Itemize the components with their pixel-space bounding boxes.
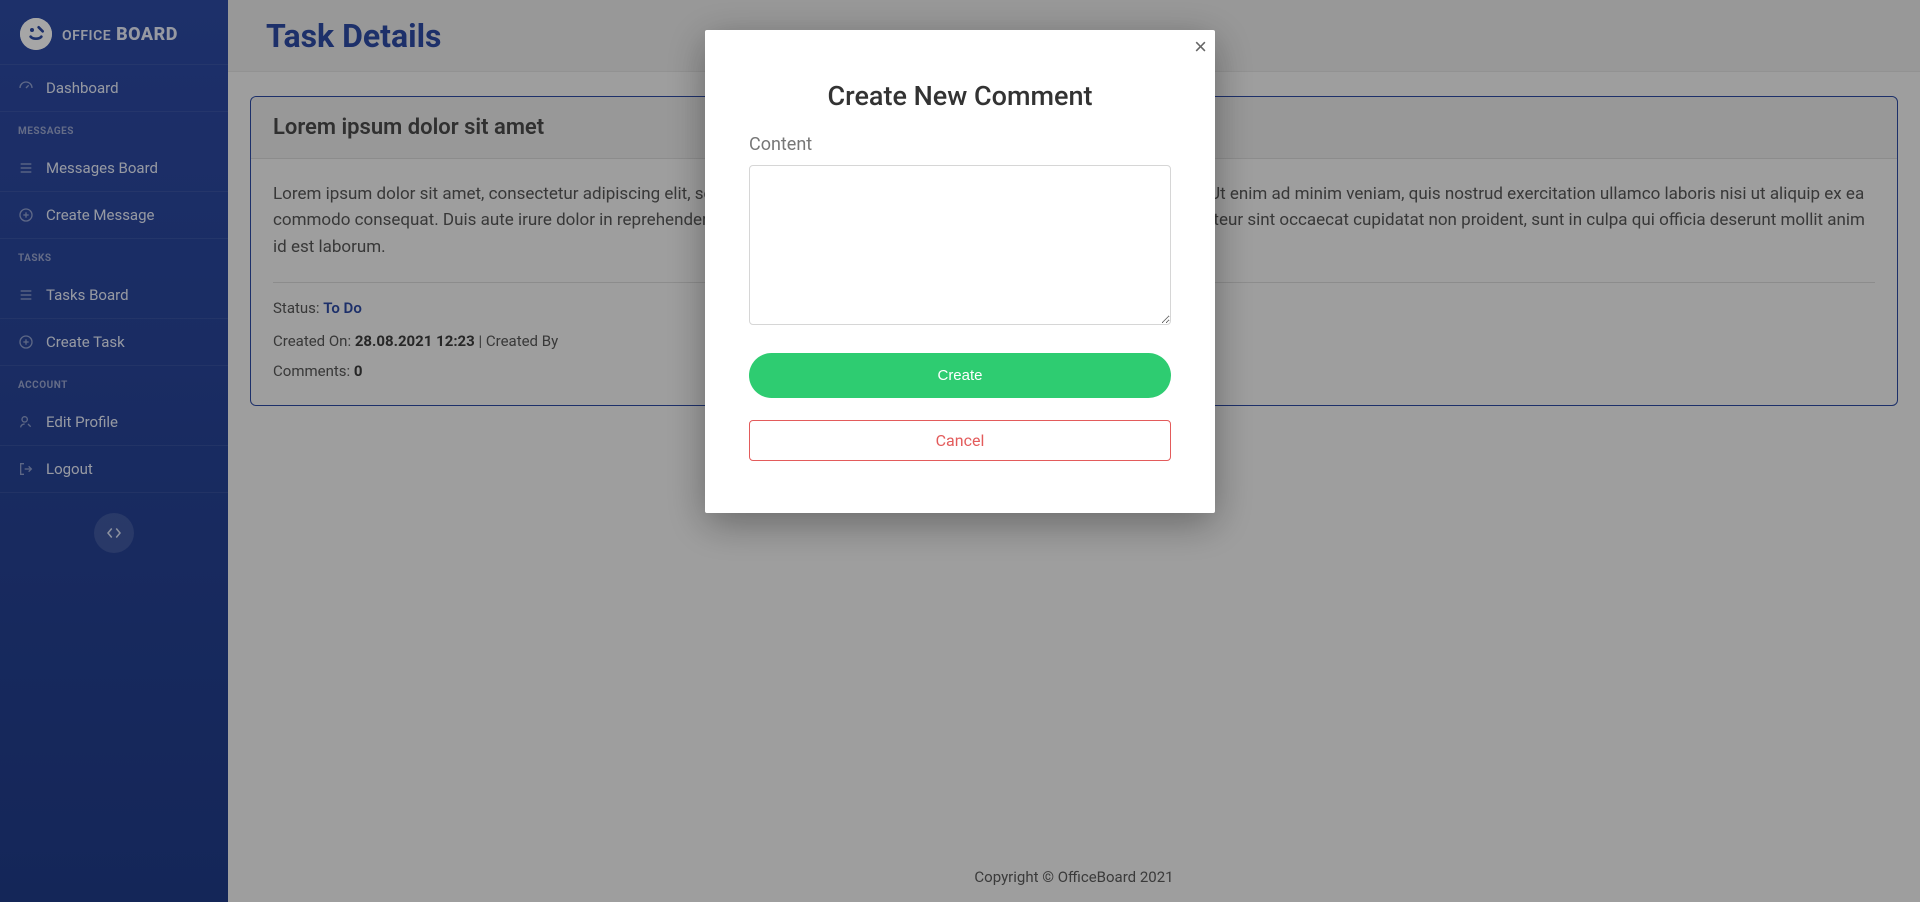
content-textarea[interactable] xyxy=(749,165,1171,325)
modal-overlay[interactable]: × Create New Comment Content Create Canc… xyxy=(0,0,1920,902)
content-label: Content xyxy=(749,134,1171,155)
modal-title: Create New Comment xyxy=(749,80,1171,112)
modal-close-button[interactable]: × xyxy=(1194,36,1207,58)
cancel-button[interactable]: Cancel xyxy=(749,420,1171,461)
modal-inner: Create New Comment Content Create Cancel xyxy=(729,58,1191,489)
modal: × Create New Comment Content Create Canc… xyxy=(705,30,1215,513)
create-button[interactable]: Create xyxy=(749,353,1171,398)
